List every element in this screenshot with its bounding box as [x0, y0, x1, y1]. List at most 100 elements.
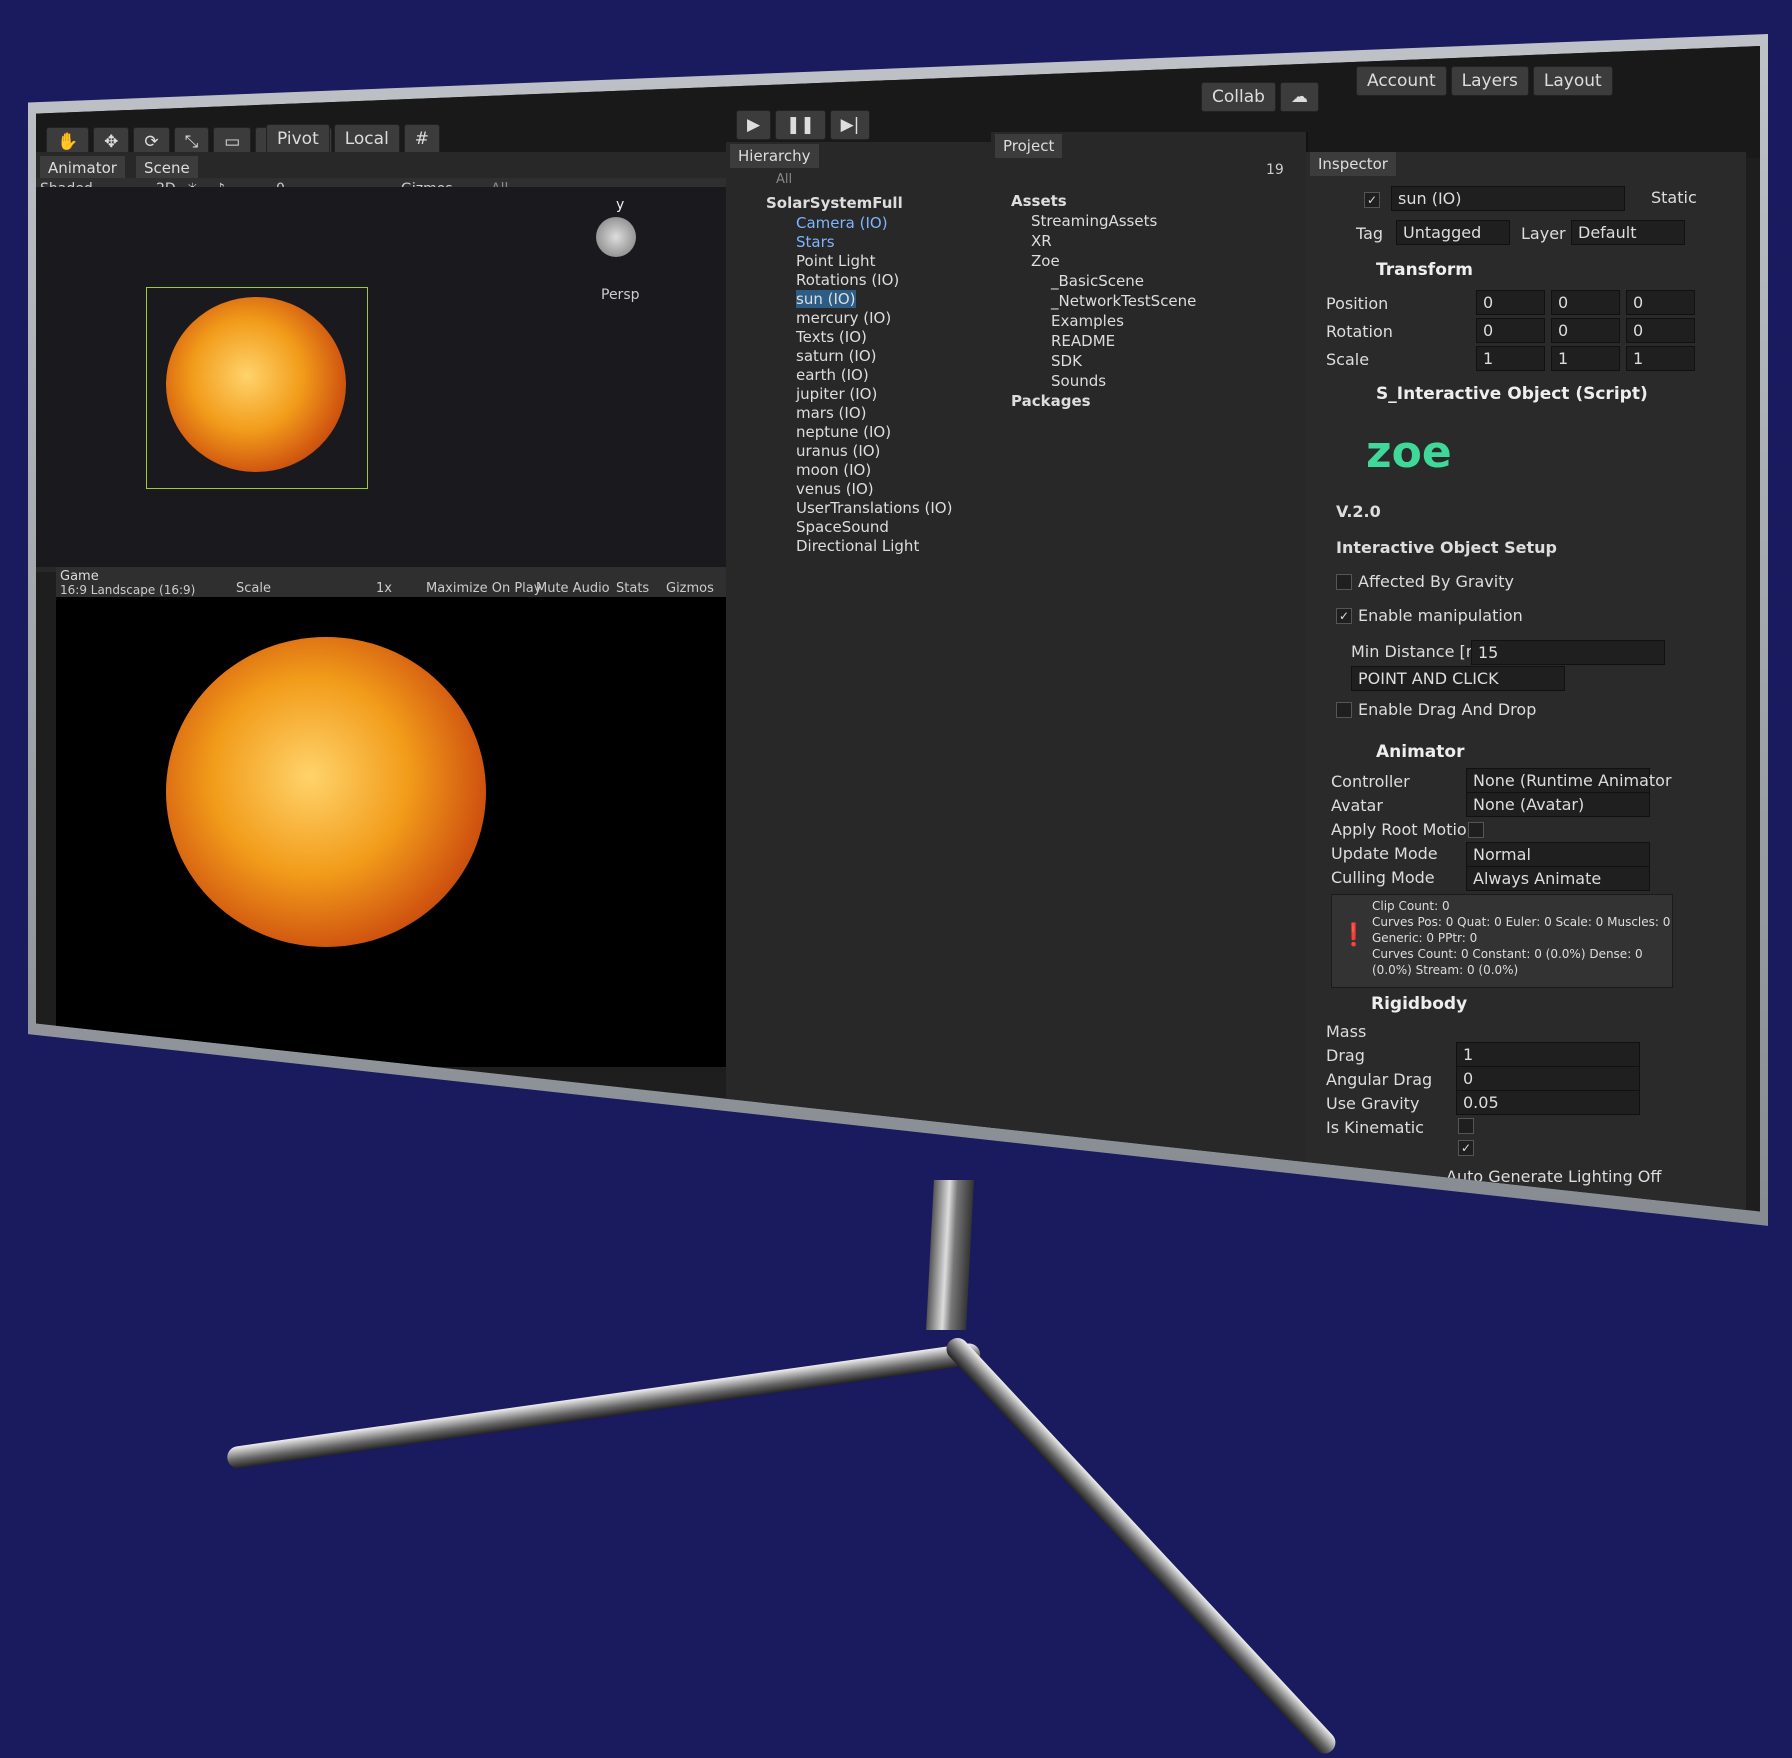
angular-drag-field[interactable]: 0.05 [1456, 1090, 1640, 1115]
hierarchy-panel: Hierarchy All SolarSystemFull Camera (IO… [726, 142, 993, 1162]
enable-manipulation-checkbox[interactable]: ✓ [1336, 608, 1352, 624]
monitor-leg-left [225, 1342, 982, 1470]
is-kinematic-checkbox[interactable]: ✓ [1458, 1140, 1474, 1156]
folder-assets[interactable]: Assets [1011, 192, 1067, 210]
animator-info-box: ❗ Clip Count: 0 Curves Pos: 0 Quat: 0 Eu… [1331, 894, 1673, 988]
grid-snap-icon[interactable]: # [403, 124, 441, 154]
folder-item[interactable]: Examples [1051, 312, 1124, 330]
folder-item[interactable]: _NetworkTestScene [1051, 292, 1196, 310]
object-name-field[interactable]: sun (IO) [1391, 186, 1625, 211]
scale-y-field[interactable]: 1 [1551, 346, 1620, 371]
hierarchy-search-input[interactable]: All [776, 172, 792, 187]
scale-x-field[interactable]: 1 [1476, 346, 1545, 371]
hierarchy-item[interactable]: Texts (IO) [796, 328, 867, 346]
scene-viewport[interactable]: y Persp [36, 187, 726, 567]
folder-xr[interactable]: XR [1031, 232, 1052, 250]
tab-project[interactable]: Project [995, 134, 1063, 158]
hierarchy-item[interactable]: moon (IO) [796, 461, 871, 479]
object-active-checkbox[interactable]: ✓ [1364, 192, 1380, 208]
rotation-x-field[interactable]: 0 [1476, 318, 1545, 343]
project-hidden-count[interactable]: 19 [1266, 162, 1284, 178]
tab-animator[interactable]: Animator [40, 156, 125, 180]
account-dropdown[interactable]: Account [1356, 66, 1447, 96]
rotation-label: Rotation [1326, 322, 1393, 341]
hierarchy-item[interactable]: Camera (IO) [796, 214, 888, 232]
position-z-field[interactable]: 0 [1626, 290, 1695, 315]
monitor-neck [926, 1180, 974, 1330]
persp-label[interactable]: Persp [601, 287, 640, 303]
avatar-field[interactable]: None (Avatar) [1466, 792, 1650, 817]
folder-item[interactable]: Sounds [1051, 372, 1106, 390]
folder-item[interactable]: SDK [1051, 352, 1082, 370]
scale-z-field[interactable]: 1 [1626, 346, 1695, 371]
culling-mode-dropdown[interactable]: Always Animate [1466, 866, 1650, 891]
pause-icon[interactable]: ❚❚ [775, 110, 826, 140]
position-y-field[interactable]: 0 [1551, 290, 1620, 315]
stats-button[interactable]: Stats [616, 581, 649, 596]
hierarchy-item[interactable]: Rotations (IO) [796, 271, 899, 289]
hierarchy-scene-root[interactable]: SolarSystemFull [766, 194, 903, 212]
tag-dropdown[interactable]: Untagged [1396, 220, 1510, 245]
hierarchy-item[interactable]: venus (IO) [796, 480, 874, 498]
cloud-icon[interactable]: ☁ [1279, 82, 1319, 112]
layout-dropdown[interactable]: Layout [1532, 66, 1613, 96]
layers-dropdown[interactable]: Layers [1450, 66, 1529, 96]
hierarchy-item[interactable]: neptune (IO) [796, 423, 891, 441]
hierarchy-item[interactable]: saturn (IO) [796, 347, 877, 365]
hierarchy-item[interactable]: Stars [796, 233, 835, 251]
game-gizmos-dropdown[interactable]: Gizmos [666, 581, 714, 596]
file-readme[interactable]: README [1051, 332, 1115, 350]
hierarchy-item[interactable]: Directional Light [796, 537, 919, 555]
aspect-dropdown[interactable]: 16:9 Landscape (16:9) [60, 583, 195, 597]
local-button[interactable]: Local [333, 124, 400, 154]
mass-field[interactable]: 1 [1456, 1042, 1640, 1067]
scene-orientation-gizmo[interactable] [596, 217, 636, 257]
layer-dropdown[interactable]: Default [1571, 220, 1685, 245]
update-mode-dropdown[interactable]: Normal [1466, 842, 1650, 867]
maximize-on-play-button[interactable]: Maximize On Play [426, 581, 541, 596]
interaction-mode-dropdown[interactable]: POINT AND CLICK [1351, 666, 1565, 691]
drag-field[interactable]: 0 [1456, 1066, 1640, 1091]
tab-scene[interactable]: Scene [136, 156, 198, 180]
use-gravity-checkbox[interactable] [1458, 1118, 1474, 1134]
info-line: Clip Count: 0 [1372, 899, 1450, 913]
folder-packages[interactable]: Packages [1011, 392, 1091, 410]
transform-header[interactable]: Transform [1376, 260, 1473, 280]
affected-gravity-checkbox[interactable] [1336, 574, 1352, 590]
hierarchy-item[interactable]: mercury (IO) [796, 309, 891, 327]
folder-zoe[interactable]: Zoe [1031, 252, 1060, 270]
pivot-button[interactable]: Pivot [266, 124, 330, 154]
position-x-field[interactable]: 0 [1476, 290, 1545, 315]
zoe-logo: zoe [1366, 427, 1452, 478]
hierarchy-item[interactable]: Point Light [796, 252, 875, 270]
enable-manipulation-label: Enable manipulation [1358, 606, 1523, 625]
hierarchy-item[interactable]: jupiter (IO) [796, 385, 877, 403]
project-panel: Project 19 Assets StreamingAssets XR Zoe… [991, 132, 1308, 1162]
hierarchy-item[interactable]: SpaceSound [796, 518, 889, 536]
rigidbody-header[interactable]: Rigidbody [1371, 994, 1467, 1014]
tab-hierarchy[interactable]: Hierarchy [730, 144, 819, 168]
script-header[interactable]: S_Interactive Object (Script) [1376, 384, 1648, 404]
apply-root-checkbox[interactable] [1468, 822, 1484, 838]
min-distance-field[interactable]: 15 [1471, 640, 1665, 665]
controller-field[interactable]: None (Runtime Animator [1466, 768, 1672, 793]
folder-streaming-assets[interactable]: StreamingAssets [1031, 212, 1157, 230]
tab-game[interactable]: Game [60, 569, 99, 584]
static-toggle[interactable]: Static [1651, 188, 1697, 207]
drag-drop-checkbox[interactable] [1336, 702, 1352, 718]
mute-audio-button[interactable]: Mute Audio [536, 581, 610, 596]
game-viewport[interactable] [56, 597, 786, 1067]
hierarchy-item[interactable]: mars (IO) [796, 404, 867, 422]
step-icon[interactable]: ▶| [829, 110, 871, 140]
tab-inspector[interactable]: Inspector [1310, 152, 1396, 176]
hierarchy-item-selected[interactable]: sun (IO) [796, 290, 856, 308]
hierarchy-item[interactable]: uranus (IO) [796, 442, 880, 460]
play-icon[interactable]: ▶ [736, 110, 772, 140]
folder-item[interactable]: _BasicScene [1051, 272, 1144, 290]
hierarchy-item[interactable]: UserTranslations (IO) [796, 499, 952, 517]
rotation-y-field[interactable]: 0 [1551, 318, 1620, 343]
animator-header[interactable]: Animator [1376, 742, 1464, 762]
hierarchy-item[interactable]: earth (IO) [796, 366, 869, 384]
collab-button[interactable]: Collab [1201, 82, 1276, 112]
rotation-z-field[interactable]: 0 [1626, 318, 1695, 343]
